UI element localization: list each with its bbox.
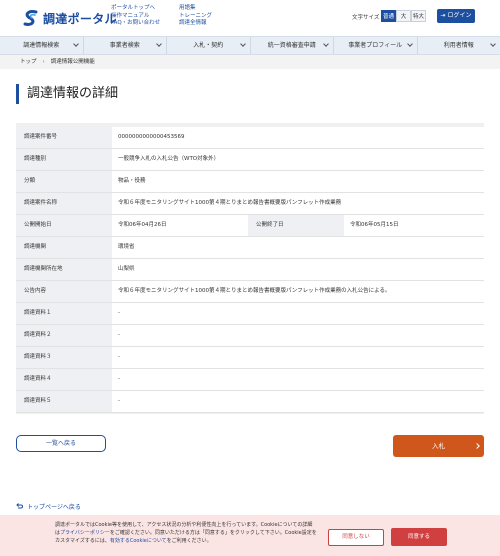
detail-value: 環境省 bbox=[112, 237, 484, 258]
detail-label: 調達案件番号 bbox=[16, 127, 112, 148]
detail-row-dates: 公開開始日 令和06年04月26日 公開終了日 令和06年05月15日 bbox=[16, 215, 484, 237]
font-size-label: 文字サイズ bbox=[352, 15, 380, 21]
cookie-agree-button[interactable]: 同意する bbox=[391, 528, 447, 546]
breadcrumb-separator-icon: › bbox=[42, 59, 45, 65]
nav-item-procurement-search[interactable]: 調達情報検索 bbox=[0, 37, 84, 54]
bid-button[interactable]: 入札 bbox=[393, 435, 484, 457]
nav-label: 事業者検索 bbox=[109, 42, 140, 49]
detail-row: 調達資料１ - bbox=[16, 303, 484, 325]
logo-mark-icon bbox=[22, 9, 40, 27]
detail-value: 令和６年度モニタリングサイト1000第４期とりまとめ報告書概要版パンフレット作成… bbox=[112, 193, 484, 214]
font-size-normal-button[interactable]: 普通 bbox=[381, 10, 396, 22]
header-links-right: 用語集 トレーニング 調達全情報 bbox=[179, 5, 212, 28]
return-arrow-icon bbox=[16, 503, 23, 510]
chevron-down-icon bbox=[239, 41, 246, 47]
detail-row: 調達案件名称 令和６年度モニタリングサイト1000第４期とりまとめ報告書概要版パ… bbox=[16, 193, 484, 215]
detail-row: 調達資料３ - bbox=[16, 347, 484, 369]
breadcrumb-current: 調達情報公開機能 bbox=[50, 59, 95, 65]
detail-value: - bbox=[112, 369, 484, 390]
detail-row: 調達資料５ - bbox=[16, 391, 484, 413]
font-size-switcher: 普通 大 特大 bbox=[381, 10, 426, 22]
cookie-settings-link[interactable]: 有効するCookieについて bbox=[110, 538, 167, 544]
details-panel: 調達案件番号 0000000000000453569 調達種別 一般競争入札の入… bbox=[16, 123, 484, 414]
detail-value: - bbox=[112, 391, 484, 412]
nav-item-user-info[interactable]: 利用者情報 bbox=[418, 37, 500, 54]
publish-end-label: 公開終了日 bbox=[248, 215, 344, 236]
publish-start-value: 令和06年04月26日 bbox=[112, 215, 248, 236]
nav-label: 入札・契約 bbox=[193, 42, 224, 49]
login-label: ログイン bbox=[447, 12, 472, 19]
link-manual[interactable]: 操作マニュアル bbox=[111, 13, 160, 21]
breadcrumb: トップ › 調達情報公開機能 bbox=[0, 55, 500, 69]
chevron-down-icon bbox=[72, 41, 79, 47]
detail-value: 物品・役務 bbox=[112, 171, 484, 192]
chevron-down-icon bbox=[323, 41, 329, 47]
back-to-list-button[interactable]: 一覧へ戻る bbox=[16, 435, 106, 452]
font-size-xlarge-button[interactable]: 特大 bbox=[411, 10, 426, 22]
detail-value: 0000000000000453569 bbox=[112, 127, 484, 148]
header-links-left: ポータルトップへ 操作マニュアル FAQ・お問い合わせ bbox=[111, 5, 160, 28]
detail-row: 調達資料２ - bbox=[16, 325, 484, 347]
main-nav: 調達情報検索 事業者検索 入札・契約 統一資格審査申請 事業者プロフィール 利用… bbox=[0, 36, 500, 55]
nav-item-bidding[interactable]: 入札・契約 bbox=[167, 37, 251, 54]
cookie-banner: 調達ポータルではCookie等を使用して、アクセス状況の分析や利便性向上を行って… bbox=[0, 515, 500, 556]
logo-text: 調達ポータル bbox=[43, 11, 117, 26]
chevron-down-icon bbox=[156, 41, 162, 47]
cookie-message: 調達ポータルではCookie等を使用して、アクセス状況の分析や利便性向上を行って… bbox=[55, 521, 317, 545]
login-button[interactable]: ⇥ ログイン bbox=[437, 9, 475, 23]
page-title: 調達情報の詳細 bbox=[16, 84, 118, 104]
detail-value: 一般競争入札の入札公告（WTO対象外） bbox=[112, 149, 484, 170]
link-portal-top[interactable]: ポータルトップへ bbox=[111, 5, 160, 13]
detail-label: 調達機関 bbox=[16, 237, 112, 258]
detail-row: 分類 物品・役務 bbox=[16, 171, 484, 193]
back-to-top-label: トップページへ戻る bbox=[27, 504, 81, 511]
font-size-large-button[interactable]: 大 bbox=[396, 10, 411, 22]
detail-value: - bbox=[112, 325, 484, 346]
site-logo[interactable]: 調達ポータル bbox=[22, 8, 117, 28]
detail-label: 調達資料５ bbox=[16, 391, 112, 412]
breadcrumb-home[interactable]: トップ bbox=[20, 59, 37, 65]
cookie-deny-button[interactable]: 同意しない bbox=[328, 529, 384, 546]
detail-value: 令和６年度モニタリングサイト1000第４期とりまとめ報告書概要版パンフレット作成… bbox=[112, 281, 484, 302]
detail-row: 調達機関 環境省 bbox=[16, 237, 484, 259]
chevron-right-icon bbox=[474, 443, 480, 449]
nav-label: 調達情報検索 bbox=[23, 42, 60, 49]
detail-row: 調達種別 一般競争入札の入札公告（WTO対象外） bbox=[16, 149, 484, 171]
link-faq[interactable]: FAQ・お問い合わせ bbox=[111, 20, 160, 28]
nav-label: 事業者プロフィール bbox=[348, 42, 403, 49]
detail-label: 調達種別 bbox=[16, 149, 112, 170]
detail-label: 公告内容 bbox=[16, 281, 112, 302]
nav-item-business-search[interactable]: 事業者検索 bbox=[84, 37, 167, 54]
detail-label: 分類 bbox=[16, 171, 112, 192]
header: 調達ポータル ポータルトップへ 操作マニュアル FAQ・お問い合わせ 用語集 ト… bbox=[0, 0, 500, 36]
nav-item-qualification[interactable]: 統一資格審査申請 bbox=[251, 37, 334, 54]
chevron-down-icon bbox=[490, 41, 496, 47]
detail-value: 山梨県 bbox=[112, 259, 484, 280]
publish-end-value: 令和06年05月15日 bbox=[344, 215, 484, 236]
bid-button-label: 入札 bbox=[432, 442, 445, 450]
detail-value: - bbox=[112, 347, 484, 368]
nav-item-business-profile[interactable]: 事業者プロフィール bbox=[334, 37, 418, 54]
nav-label: 統一資格審査申請 bbox=[267, 42, 316, 49]
cookie-text-3: をご利用ください。 bbox=[166, 538, 212, 544]
privacy-policy-link[interactable]: プライバシーポリシー bbox=[60, 530, 110, 536]
detail-label: 調達機関所在地 bbox=[16, 259, 112, 280]
detail-label: 調達資料２ bbox=[16, 325, 112, 346]
detail-value: - bbox=[112, 303, 484, 324]
detail-label: 調達案件名称 bbox=[16, 193, 112, 214]
link-glossary[interactable]: 用語集 bbox=[179, 5, 212, 13]
back-to-top-link[interactable]: トップページへ戻る bbox=[16, 502, 81, 511]
detail-row: 公告内容 令和６年度モニタリングサイト1000第４期とりまとめ報告書概要版パンフ… bbox=[16, 281, 484, 303]
detail-label: 調達資料４ bbox=[16, 369, 112, 390]
detail-row: 調達機関所在地 山梨県 bbox=[16, 259, 484, 281]
detail-row: 調達案件番号 0000000000000453569 bbox=[16, 127, 484, 149]
detail-row: 調達資料４ - bbox=[16, 369, 484, 391]
detail-label: 調達資料３ bbox=[16, 347, 112, 368]
nav-label: 利用者情報 bbox=[443, 42, 474, 49]
link-all-info[interactable]: 調達全情報 bbox=[179, 20, 212, 28]
chevron-down-icon bbox=[406, 41, 413, 47]
link-training[interactable]: トレーニング bbox=[179, 13, 212, 21]
detail-label: 調達資料１ bbox=[16, 303, 112, 324]
publish-start-label: 公開開始日 bbox=[16, 215, 112, 236]
